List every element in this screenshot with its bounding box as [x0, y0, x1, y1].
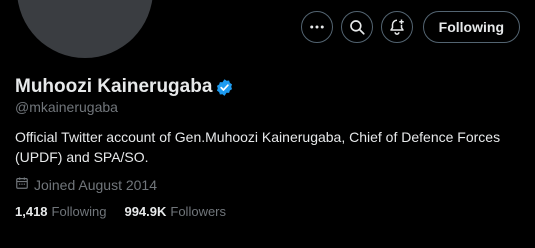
bell-plus-icon — [388, 18, 406, 36]
joined-text: Joined August 2014 — [34, 176, 157, 193]
profile-name: Muhoozi Kainerugaba — [15, 76, 213, 97]
avatar[interactable] — [17, 0, 153, 58]
followers-stat[interactable]: 994.9K Followers — [124, 204, 226, 219]
search-icon — [348, 18, 366, 36]
profile-name-row: Muhoozi Kainerugaba — [15, 76, 234, 98]
verified-badge-icon[interactable] — [215, 78, 234, 97]
followers-count: 994.9K — [124, 204, 167, 219]
followers-label: Followers — [170, 204, 227, 219]
following-count: 1,418 — [15, 204, 48, 219]
more-horizontal-icon — [308, 18, 326, 36]
more-button[interactable] — [300, 11, 333, 43]
following-stat[interactable]: 1,418 Following — [15, 204, 106, 219]
profile-bio: Official Twitter account of Gen.Muhoozi … — [15, 129, 501, 165]
profile-handle: @mkainerugaba — [15, 99, 118, 115]
calendar-icon — [15, 176, 34, 193]
search-button[interactable] — [340, 11, 373, 43]
notifications-button[interactable] — [380, 11, 413, 43]
joined-date: Joined August 2014 — [15, 176, 157, 193]
following-label: Following — [51, 204, 107, 219]
profile-stats: 1,418 Following 994.9K Followers — [15, 204, 244, 219]
profile-actions: Following — [293, 11, 520, 43]
following-button[interactable]: Following — [422, 11, 520, 43]
